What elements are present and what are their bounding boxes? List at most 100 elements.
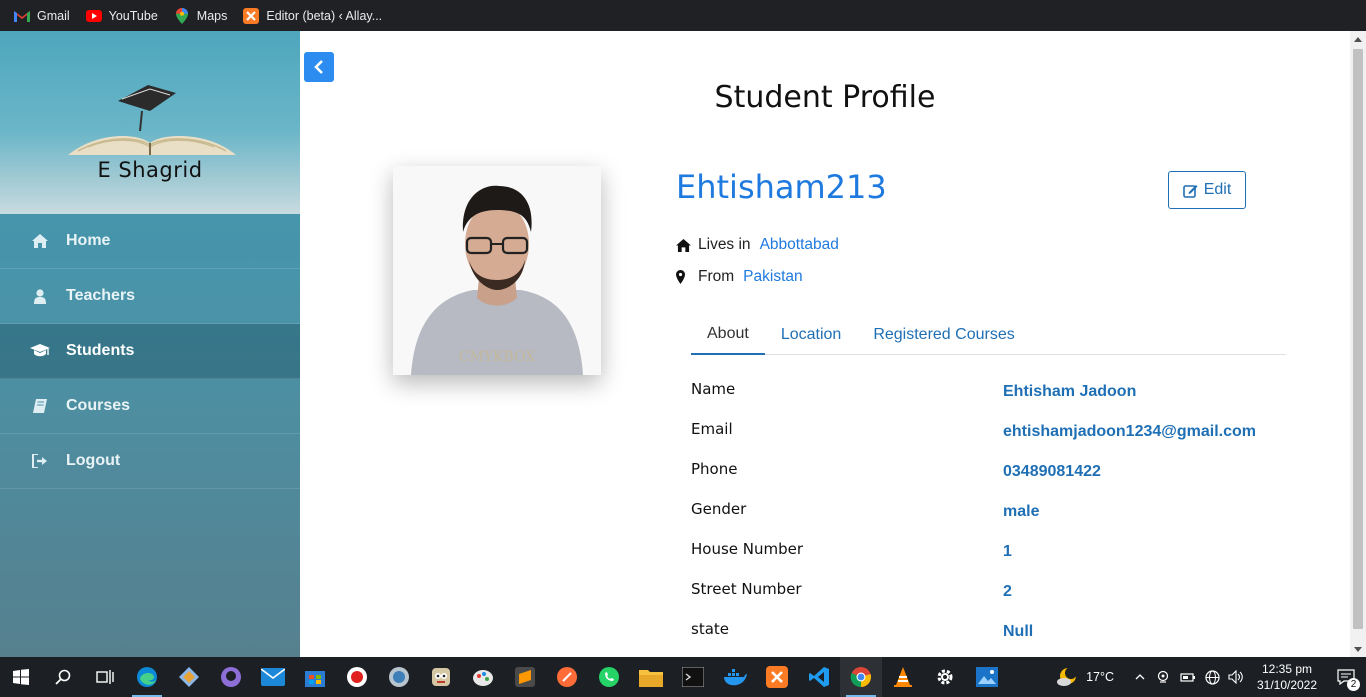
maps-icon <box>174 7 190 24</box>
whatsapp-icon[interactable] <box>588 657 630 697</box>
home-icon <box>30 234 50 248</box>
info-label: Street Number <box>691 580 802 598</box>
edit-icon <box>1182 184 1198 198</box>
settings-gear-icon[interactable] <box>924 657 966 697</box>
sidebar-item-label: Teachers <box>66 287 136 304</box>
bookmarks-bar: Gmail YouTube Maps Editor (beta) ‹ Allay… <box>0 0 1366 31</box>
info-row-phone: Phone 03489081422 <box>691 460 1291 500</box>
tab-location[interactable]: Location <box>765 314 858 355</box>
vscode-icon[interactable] <box>798 657 840 697</box>
mail-icon[interactable] <box>252 657 294 697</box>
notification-center-icon[interactable]: 2 <box>1326 657 1366 697</box>
github-desktop-icon[interactable] <box>210 657 252 697</box>
screen-recorder-icon[interactable] <box>336 657 378 697</box>
lives-in-value[interactable]: Abbottabad <box>760 236 839 254</box>
chevron-left-icon <box>314 60 323 74</box>
sidebar-item-courses[interactable]: Courses <box>0 379 300 434</box>
scroll-down-arrow-icon[interactable] <box>1350 641 1366 657</box>
book-logo-icon <box>68 85 236 155</box>
info-label: Email <box>691 420 733 438</box>
bookmark-label: Editor (beta) ‹ Allay... <box>266 8 383 23</box>
edit-label: Edit <box>1203 181 1232 198</box>
weather-moon-cloud-icon <box>1057 667 1078 686</box>
vlc-icon[interactable] <box>882 657 924 697</box>
sign-out-icon <box>30 454 50 468</box>
sidebar-item-students[interactable]: Students <box>0 324 300 379</box>
from-row: From Pakistan <box>676 268 803 286</box>
file-explorer-icon[interactable] <box>630 657 672 697</box>
sidebar: E Shagrid Home Teachers Students Courses… <box>0 31 300 657</box>
clock-date: 31/10/2022 <box>1256 678 1318 692</box>
profile-photo: CMYKBOX <box>393 166 601 375</box>
sublime-text-icon[interactable] <box>504 657 546 697</box>
info-label: state <box>691 620 729 638</box>
info-value: Ehtisham Jadoon <box>1003 383 1137 400</box>
info-row-gender: Gender male <box>691 500 1291 540</box>
system-tray: 17°C 12:35 pm 31/10/2022 2 <box>1056 657 1366 697</box>
windows-start-icon[interactable] <box>0 657 42 697</box>
docker-icon[interactable] <box>714 657 756 697</box>
git-extensions-icon[interactable] <box>168 657 210 697</box>
notification-count: 2 <box>1347 678 1360 691</box>
tab-about[interactable]: About <box>691 314 765 355</box>
book-icon <box>30 399 50 413</box>
windows-taskbar: 17°C 12:35 pm 31/10/2022 2 <box>0 657 1366 697</box>
task-view-icon[interactable] <box>84 657 126 697</box>
scroll-thumb[interactable] <box>1353 49 1363 629</box>
volume-icon[interactable] <box>1224 657 1248 697</box>
xampp-icon[interactable] <box>756 657 798 697</box>
main-content: Student Profile CMYKBOX Ehtisham213 Edit… <box>300 31 1350 657</box>
weather-widget[interactable]: 17°C <box>1056 666 1114 688</box>
info-value: ehtishamjadoon1234@gmail.com <box>1003 423 1257 440</box>
info-label: Gender <box>691 500 747 518</box>
brand-header: E Shagrid <box>0 31 300 214</box>
svg-text:CMYKBOX: CMYKBOX <box>459 349 536 365</box>
bookmark-label: YouTube <box>108 8 158 23</box>
bookmark-gmail[interactable]: Gmail <box>14 8 70 24</box>
bookmark-editor[interactable]: Editor (beta) ‹ Allay... <box>243 7 383 24</box>
bookmark-maps[interactable]: Maps <box>174 7 228 24</box>
edit-profile-button[interactable]: Edit <box>1168 171 1246 209</box>
sidebar-item-label: Logout <box>66 452 121 469</box>
graduation-cap-icon <box>30 344 50 358</box>
tab-registered-courses[interactable]: Registered Courses <box>857 314 1030 355</box>
paint-icon[interactable] <box>462 657 504 697</box>
taskbar-clock[interactable]: 12:35 pm 31/10/2022 <box>1248 661 1326 693</box>
clock-time: 12:35 pm <box>1261 662 1313 676</box>
edge-icon[interactable] <box>126 657 168 697</box>
globe-network-icon[interactable] <box>1200 657 1224 697</box>
sidebar-item-teachers[interactable]: Teachers <box>0 269 300 324</box>
weather-temperature: 17°C <box>1086 670 1114 684</box>
scroll-up-arrow-icon[interactable] <box>1350 31 1366 47</box>
sidebar-item-logout[interactable]: Logout <box>0 434 300 489</box>
sidebar-item-home[interactable]: Home <box>0 214 300 269</box>
chevron-up-icon[interactable] <box>1128 657 1152 697</box>
microsoft-store-icon[interactable] <box>294 657 336 697</box>
postman-icon[interactable] <box>546 657 588 697</box>
lives-in-label: Lives in <box>698 236 751 253</box>
battery-icon[interactable] <box>1176 657 1200 697</box>
terminal-icon[interactable] <box>672 657 714 697</box>
info-row-street-number: Street Number 2 <box>691 580 1291 620</box>
info-row-house-number: House Number 1 <box>691 540 1291 580</box>
from-value[interactable]: Pakistan <box>743 268 802 286</box>
sketchup-icon[interactable] <box>378 657 420 697</box>
photos-icon[interactable] <box>966 657 1008 697</box>
home-icon <box>676 238 692 252</box>
collapse-sidebar-button[interactable] <box>304 52 334 82</box>
profile-username: Ehtisham213 <box>676 168 887 206</box>
page-scrollbar[interactable] <box>1350 31 1366 657</box>
info-label: Name <box>691 380 736 398</box>
info-value: Null <box>1003 623 1034 640</box>
search-icon[interactable] <box>42 657 84 697</box>
bookmark-youtube[interactable]: YouTube <box>85 8 158 24</box>
chrome-icon[interactable] <box>840 657 882 697</box>
camera-icon[interactable] <box>1152 657 1176 697</box>
profile-tabs: About Location Registered Courses <box>691 314 1286 355</box>
gmail-icon <box>14 8 30 24</box>
info-label: Phone <box>691 460 738 478</box>
info-row-state: state Null <box>691 620 1291 660</box>
bookmark-label: Maps <box>196 8 228 23</box>
poedit-icon[interactable] <box>420 657 462 697</box>
brand-name: E Shagrid <box>97 158 203 182</box>
